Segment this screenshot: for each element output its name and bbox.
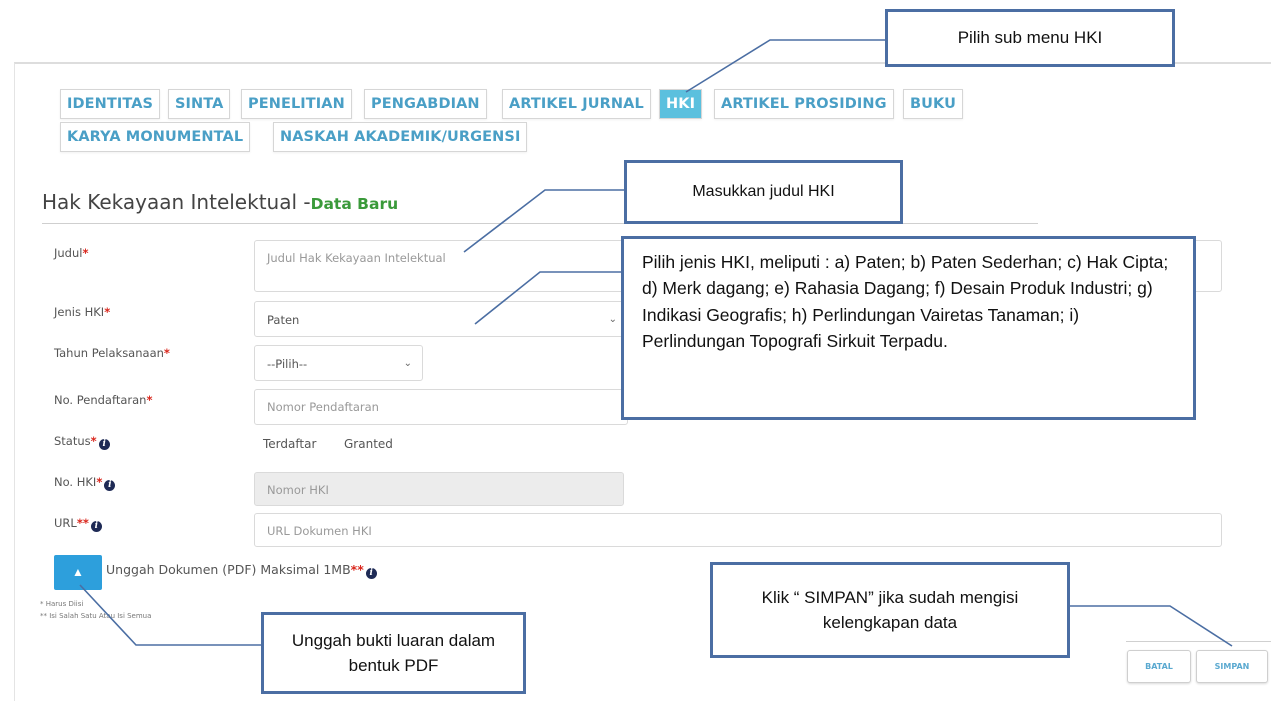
info-icon[interactable]: i [365, 568, 377, 579]
upload-button[interactable]: ▲ [54, 555, 102, 590]
tab-pengabdian[interactable]: PENGABDIAN [364, 89, 487, 119]
no-hki-input[interactable]: Nomor HKI [254, 472, 624, 506]
page-title: Hak Kekayaan Intelektual -Data Baru [42, 190, 398, 214]
jenis-hki-select[interactable]: Paten ⌄ [254, 301, 628, 337]
jenis-hki-value: Paten [267, 313, 300, 327]
page-title-text: Hak Kekayaan Intelektual - [42, 190, 311, 214]
tab-artikel-prosiding[interactable]: ARTIKEL PROSIDING [714, 89, 894, 119]
note-either: ** Isi Salah Satu Atau Isi Semua [40, 612, 152, 620]
url-input[interactable]: URL Dokumen HKI [254, 513, 1222, 547]
chevron-down-icon: ⌄ [608, 314, 617, 325]
chevron-down-icon: ⌄ [403, 358, 412, 369]
tab-karya-monumental[interactable]: KARYA MONUMENTAL [60, 122, 251, 152]
upload-icon: ▲ [72, 565, 84, 579]
no-hki-placeholder: Nomor HKI [267, 483, 329, 497]
no-pendaftaran-input[interactable]: Nomor Pendaftaran [254, 389, 628, 425]
footer-divider [1126, 641, 1271, 642]
note-required: * Harus Diisi [40, 600, 84, 608]
callout-upload: Unggah bukti luaran dalam bentuk PDF [261, 612, 526, 694]
tahun-label: Tahun Pelaksanaan* [54, 346, 170, 360]
tahun-select[interactable]: --Pilih-- ⌄ [254, 345, 423, 381]
judul-placeholder: Judul Hak Kekayaan Intelektual [267, 251, 446, 265]
tab-identitas[interactable]: IDENTITAS [60, 89, 161, 119]
info-icon[interactable]: i [98, 439, 110, 450]
info-icon[interactable]: i [104, 480, 116, 491]
status-option-granted[interactable]: Granted [344, 437, 393, 451]
jenis-hki-label: Jenis HKI* [54, 305, 111, 319]
info-icon[interactable]: i [90, 521, 102, 532]
simpan-button[interactable]: SIMPAN [1196, 650, 1268, 683]
status-option-terdaftar[interactable]: Terdaftar [263, 437, 316, 451]
callout-judul: Masukkan judul HKI [624, 160, 903, 224]
batal-button[interactable]: BATAL [1127, 650, 1191, 683]
screenshot-stage: IDENTITAS SINTA PENELITIAN PENGABDIAN AR… [0, 0, 1271, 701]
tab-penelitian[interactable]: PENELITIAN [241, 89, 352, 119]
tab-naskah-akademik[interactable]: NASKAH AKADEMIK/URGENSI [273, 122, 528, 152]
upload-label: Unggah Dokumen (PDF) Maksimal 1MB** i [106, 562, 377, 579]
callout-hki-menu: Pilih sub menu HKI [885, 9, 1175, 67]
tab-hki[interactable]: HKI [659, 89, 703, 119]
judul-label: Judul* [54, 246, 89, 260]
callout-jenis-hki: Pilih jenis HKI, meliputi : a) Paten; b)… [621, 236, 1196, 420]
no-pendaftaran-placeholder: Nomor Pendaftaran [267, 400, 379, 414]
no-hki-label: No. HKI* i [54, 475, 116, 491]
url-label: URL** i [54, 516, 102, 532]
tab-artikel-jurnal[interactable]: ARTIKEL JURNAL [502, 89, 651, 119]
tab-sinta[interactable]: SINTA [168, 89, 231, 119]
status-label: Status* i [54, 434, 110, 450]
page-subtitle: Data Baru [310, 195, 399, 213]
tahun-value: --Pilih-- [267, 357, 308, 371]
url-placeholder: URL Dokumen HKI [267, 524, 372, 538]
tab-buku[interactable]: BUKU [903, 89, 963, 119]
callout-simpan: Klik “ SIMPAN” jika sudah mengisi keleng… [710, 562, 1070, 658]
no-pendaftaran-label: No. Pendaftaran* [54, 393, 153, 407]
